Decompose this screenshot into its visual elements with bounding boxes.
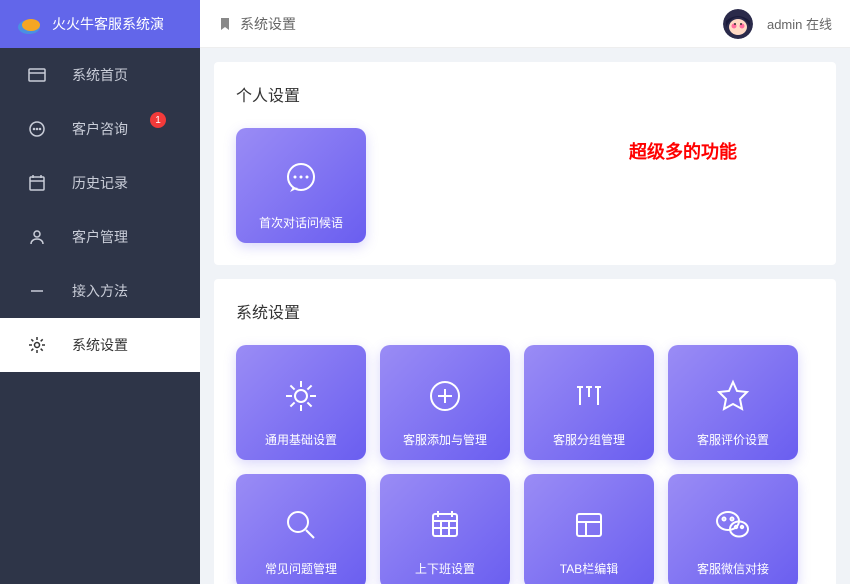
panel-system: 系统设置 通用基础设置 客服添加与管理 客服分组管理 客服评价设置: [214, 279, 836, 584]
calendar-icon: [28, 174, 46, 192]
card-rating[interactable]: 客服评价设置: [668, 345, 798, 460]
avatar: [723, 9, 753, 39]
sidebar-item-history[interactable]: 历史记录: [0, 156, 200, 210]
sidebar-item-label: 客户管理: [72, 227, 128, 247]
user-area[interactable]: admin 在线: [723, 9, 832, 39]
content: 个人设置 超级多的功能 首次对话问候语 系统设置 通用基础设置 客服添加与管理: [200, 48, 850, 584]
sidebar-item-consult[interactable]: 客户咨询 1: [0, 102, 200, 156]
chat-icon: [28, 120, 46, 138]
main-area: 系统设置 admin 在线 个人设置 超级多的功能 首次对话问候语 系统设置: [200, 0, 850, 584]
card-label: 客服添加与管理: [403, 431, 487, 448]
panel-title: 系统设置: [236, 299, 814, 323]
card-grid-system: 通用基础设置 客服添加与管理 客服分组管理 客服评价设置 常见问题管理: [236, 345, 814, 584]
card-schedule[interactable]: 上下班设置: [380, 474, 510, 584]
user-label: admin 在线: [767, 14, 832, 33]
gear-icon: [280, 375, 322, 417]
card-label: 通用基础设置: [265, 431, 337, 448]
sidebar-item-label: 系统设置: [72, 335, 128, 355]
sidebar-item-label: 接入方法: [72, 281, 128, 301]
card-wechat[interactable]: 客服微信对接: [668, 474, 798, 584]
sidebar-item-label: 系统首页: [72, 65, 128, 85]
card-general-settings[interactable]: 通用基础设置: [236, 345, 366, 460]
card-label: 上下班设置: [415, 560, 475, 577]
card-greeting[interactable]: 首次对话问候语: [236, 128, 366, 243]
badge: 1: [150, 112, 166, 128]
grid-icon: [568, 375, 610, 417]
chat-bubble-icon: [280, 158, 322, 200]
sidebar-item-home[interactable]: 系统首页: [0, 48, 200, 102]
panel-title: 个人设置: [236, 82, 814, 106]
panel-personal: 个人设置 超级多的功能 首次对话问候语: [214, 62, 836, 265]
card-group-manage[interactable]: 客服分组管理: [524, 345, 654, 460]
sidebar-item-customers[interactable]: 客户管理: [0, 210, 200, 264]
wechat-icon: [712, 504, 754, 546]
sidebar-item-label: 历史记录: [72, 173, 128, 193]
card-label: 客服分组管理: [553, 431, 625, 448]
sidebar-item-settings[interactable]: 系统设置: [0, 318, 200, 372]
breadcrumb: 系统设置: [218, 14, 296, 34]
app-header: 火火牛客服系统演: [0, 0, 200, 48]
bookmark-icon: [218, 17, 232, 31]
layout-icon: [568, 504, 610, 546]
sidebar-item-label: 客户咨询: [72, 119, 128, 139]
gear-icon: [28, 336, 46, 354]
search-icon: [280, 504, 322, 546]
person-icon: [28, 228, 46, 246]
card-label: 常见问题管理: [265, 560, 337, 577]
topbar: 系统设置 admin 在线: [200, 0, 850, 48]
window-icon: [28, 66, 46, 84]
card-tab-edit[interactable]: TAB栏编辑: [524, 474, 654, 584]
sidebar-item-access[interactable]: 接入方法: [0, 264, 200, 318]
card-label: 首次对话问候语: [259, 214, 343, 231]
card-label: 客服评价设置: [697, 431, 769, 448]
sidebar: 火火牛客服系统演 系统首页 客户咨询 1 历史记录 客户管理 接入方法 系统设置: [0, 0, 200, 584]
card-faq[interactable]: 常见问题管理: [236, 474, 366, 584]
annotation-text: 超级多的功能: [629, 138, 737, 164]
breadcrumb-text: 系统设置: [240, 14, 296, 34]
calendar-grid-icon: [424, 504, 466, 546]
star-icon: [712, 375, 754, 417]
logo-icon: [16, 14, 42, 34]
dash-icon: [28, 282, 46, 300]
plus-circle-icon: [424, 375, 466, 417]
card-agent-manage[interactable]: 客服添加与管理: [380, 345, 510, 460]
card-label: 客服微信对接: [697, 560, 769, 577]
card-label: TAB栏编辑: [560, 560, 618, 577]
app-title: 火火牛客服系统演: [52, 14, 164, 34]
